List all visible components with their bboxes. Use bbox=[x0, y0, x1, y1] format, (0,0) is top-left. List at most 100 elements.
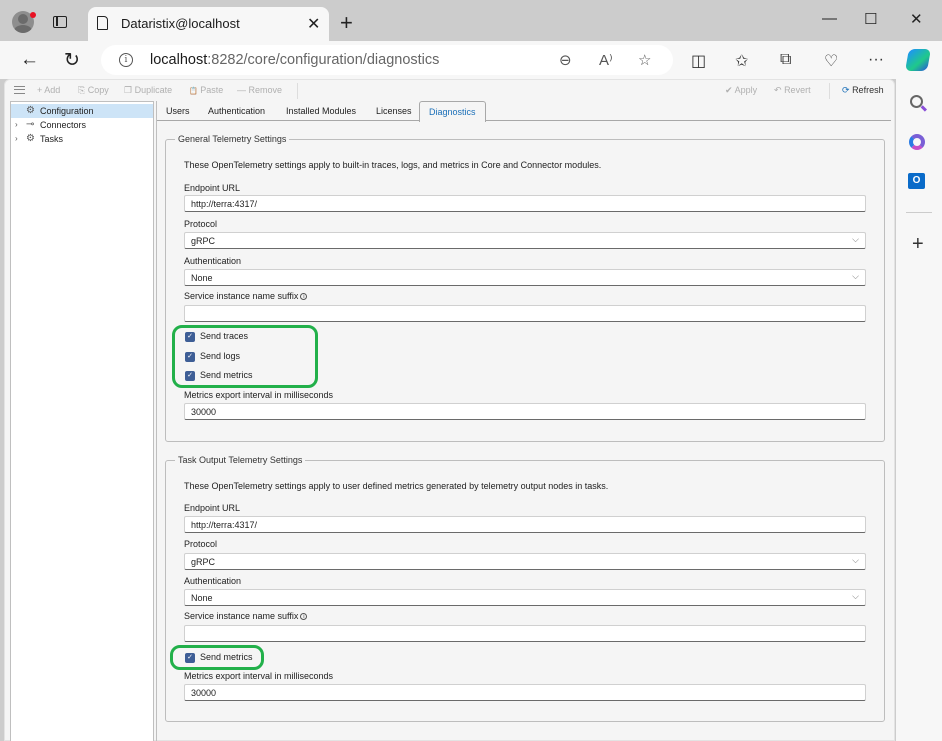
metrics-interval-input[interactable]: 30000 bbox=[184, 403, 866, 420]
search-icon[interactable] bbox=[910, 95, 923, 108]
browser-window: Dataristix@localhost ✕ + — ☐ ✕ ← ↻ i loc… bbox=[0, 0, 942, 741]
refresh-label: Refresh bbox=[852, 85, 884, 95]
copy-icon: ⎘ bbox=[78, 85, 86, 95]
service-suffix-label: Service instance name suffix i bbox=[184, 291, 308, 301]
check-icon: ✔ bbox=[725, 85, 733, 95]
authentication-value: None bbox=[191, 273, 213, 283]
chevron-down-icon: ⌵ bbox=[852, 234, 859, 244]
tab-licenses[interactable]: Licenses bbox=[376, 106, 412, 116]
info-icon[interactable]: i bbox=[300, 293, 308, 300]
chevron-right-icon[interactable]: › bbox=[15, 132, 18, 146]
protocol-label: Protocol bbox=[184, 539, 218, 549]
general-telemetry-group: General Telemetry Settings These OpenTel… bbox=[165, 134, 885, 442]
apply-button[interactable]: ✔ Apply bbox=[725, 85, 757, 96]
content-panel: Users Authentication Installed Modules L… bbox=[156, 101, 896, 741]
new-tab-button[interactable]: + bbox=[340, 10, 353, 36]
more-menu-icon[interactable]: ··· bbox=[868, 51, 884, 69]
service-suffix-input[interactable] bbox=[184, 305, 866, 322]
page-icon bbox=[97, 16, 108, 30]
add-sidebar-app-icon[interactable]: + bbox=[912, 233, 924, 256]
favorites-icon[interactable]: ✩ bbox=[735, 51, 748, 71]
authentication-select[interactable]: None ⌵ bbox=[184, 589, 866, 606]
metrics-interval-label: Metrics export interval in milliseconds bbox=[184, 671, 334, 681]
endpoint-url-input[interactable]: http://terra:4317/ bbox=[184, 195, 866, 212]
microsoft-365-icon[interactable] bbox=[909, 134, 925, 150]
sidebar-divider bbox=[906, 212, 932, 213]
tab-installed-modules[interactable]: Installed Modules bbox=[286, 106, 356, 116]
tree-item-tasks[interactable]: › ⚙ Tasks bbox=[11, 132, 153, 146]
chevron-down-icon: ⌵ bbox=[852, 555, 859, 565]
group-description: These OpenTelemetry settings apply to bu… bbox=[184, 160, 602, 170]
group-title: General Telemetry Settings bbox=[175, 134, 290, 144]
back-button[interactable]: ← bbox=[20, 49, 39, 71]
browser-essentials-icon[interactable]: ♡ bbox=[824, 51, 838, 71]
browser-tab-active[interactable]: Dataristix@localhost ✕ bbox=[88, 7, 329, 41]
remove-label: Remove bbox=[248, 85, 283, 95]
address-bar[interactable]: i localhost:8282/core/configuration/diag… bbox=[101, 45, 673, 75]
outlook-icon[interactable]: O bbox=[908, 173, 925, 189]
protocol-select[interactable]: gRPC ⌵ bbox=[184, 553, 866, 570]
revert-label: Revert bbox=[784, 85, 811, 95]
read-aloud-icon[interactable]: A⁾ bbox=[599, 51, 613, 69]
metrics-interval-input[interactable]: 30000 bbox=[184, 684, 866, 701]
notification-dot-icon bbox=[30, 12, 36, 18]
zoom-out-icon[interactable]: ⊖ bbox=[559, 51, 572, 69]
endpoint-url-label: Endpoint URL bbox=[184, 503, 241, 513]
remove-button[interactable]: — Remove bbox=[237, 85, 282, 95]
refresh-button[interactable]: ⟳ Refresh bbox=[842, 85, 884, 96]
close-window-button[interactable]: ✕ bbox=[910, 10, 923, 28]
authentication-label: Authentication bbox=[184, 576, 242, 586]
tree-item-connectors[interactable]: › ⊸ Connectors bbox=[11, 118, 153, 132]
site-info-icon[interactable]: i bbox=[119, 53, 133, 67]
plus-icon: + bbox=[37, 85, 43, 95]
tab-bar: Users Authentication Installed Modules L… bbox=[157, 101, 891, 122]
tab-actions-icon[interactable] bbox=[53, 16, 67, 28]
copilot-icon[interactable] bbox=[905, 49, 931, 71]
browser-toolbar: ← ↻ i localhost:8282/core/configuration/… bbox=[0, 41, 942, 79]
tree-item-label: Connectors bbox=[40, 120, 87, 130]
add-button[interactable]: + Add bbox=[37, 85, 60, 95]
apply-label: Apply bbox=[734, 85, 758, 95]
send-metrics-label: Send metrics bbox=[200, 652, 253, 662]
send-traces-label: Send traces bbox=[200, 331, 249, 341]
protocol-label: Protocol bbox=[184, 219, 218, 229]
edge-sidebar: O + bbox=[896, 79, 942, 741]
info-icon[interactable]: i bbox=[300, 613, 308, 620]
toolbar-divider bbox=[297, 83, 298, 99]
close-tab-icon[interactable]: ✕ bbox=[307, 14, 320, 34]
endpoint-url-label: Endpoint URL bbox=[184, 183, 241, 193]
group-title: Task Output Telemetry Settings bbox=[175, 455, 306, 465]
revert-button[interactable]: ↶ Revert bbox=[774, 85, 811, 96]
undo-icon: ↶ bbox=[774, 85, 782, 95]
checkbox-checked-icon: ✓ bbox=[185, 332, 195, 342]
duplicate-button[interactable]: ❐ Duplicate bbox=[124, 85, 172, 96]
tab-strip: Dataristix@localhost ✕ + — ☐ ✕ bbox=[0, 0, 942, 41]
reload-button[interactable]: ↻ bbox=[64, 49, 80, 72]
tab-authentication[interactable]: Authentication bbox=[208, 106, 265, 116]
menu-icon[interactable] bbox=[14, 86, 25, 94]
service-suffix-input[interactable] bbox=[184, 625, 866, 642]
favorite-star-icon[interactable]: ☆ bbox=[638, 51, 651, 69]
tree-item-label: Configuration bbox=[40, 106, 94, 116]
split-screen-icon[interactable]: ◫ bbox=[691, 51, 706, 71]
tree-item-configuration[interactable]: ⚙ Configuration bbox=[11, 104, 153, 118]
maximize-button[interactable]: ☐ bbox=[864, 10, 877, 28]
app-toolbar: + Add ⎘ Copy ❐ Duplicate 📋 Paste — Remov… bbox=[5, 80, 896, 101]
paste-button[interactable]: 📋 Paste bbox=[189, 85, 223, 95]
collections-icon[interactable]: ⧉ bbox=[780, 51, 791, 69]
endpoint-url-input[interactable]: http://terra:4317/ bbox=[184, 516, 866, 533]
url-text[interactable]: localhost:8282/core/configuration/diagno… bbox=[150, 52, 439, 68]
tab-users[interactable]: Users bbox=[166, 106, 190, 116]
protocol-select[interactable]: gRPC ⌵ bbox=[184, 232, 866, 249]
copy-button[interactable]: ⎘ Copy bbox=[78, 85, 109, 96]
authentication-select[interactable]: None ⌵ bbox=[184, 269, 866, 286]
duplicate-label: Duplicate bbox=[134, 85, 173, 95]
tab-diagnostics[interactable]: Diagnostics bbox=[419, 101, 486, 122]
minimize-button[interactable]: — bbox=[822, 10, 837, 27]
checkbox-checked-icon: ✓ bbox=[185, 371, 195, 381]
gears-icon: ⚙ bbox=[26, 133, 35, 144]
chevron-right-icon[interactable]: › bbox=[15, 118, 18, 132]
paste-icon: 📋 bbox=[189, 88, 198, 95]
gear-icon: ⚙ bbox=[26, 105, 35, 116]
protocol-value: gRPC bbox=[191, 236, 216, 246]
